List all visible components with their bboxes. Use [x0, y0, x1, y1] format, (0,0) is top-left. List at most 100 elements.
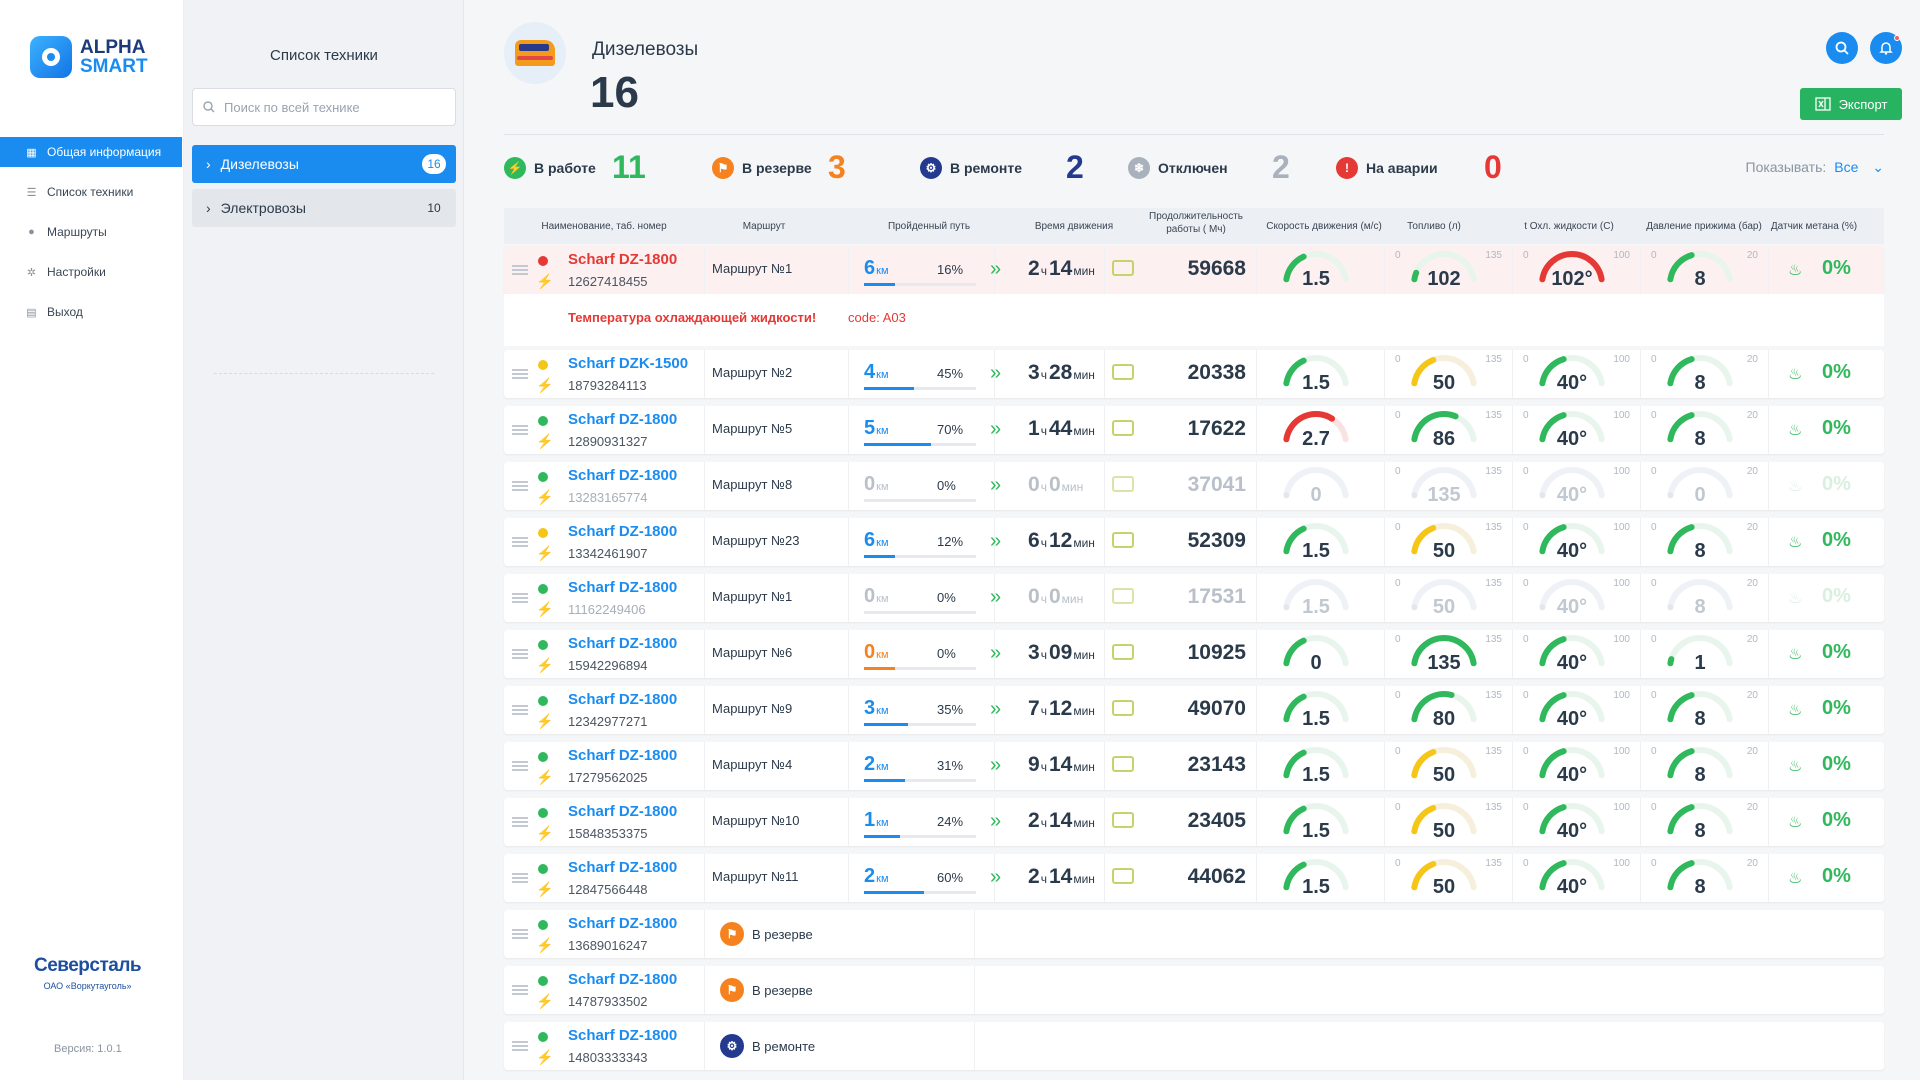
- gauge-max: 135: [1485, 858, 1502, 869]
- locomotive-name[interactable]: Scharf DZ-1800: [568, 803, 677, 820]
- gauge-max: 100: [1613, 522, 1630, 533]
- drive-minutes: 14: [1048, 257, 1073, 280]
- locomotive-name[interactable]: Scharf DZ-1800: [568, 915, 677, 932]
- table-row[interactable]: ⚡ Scharf DZ-1800 14803333343 ⚙ В ремонте: [504, 1022, 1884, 1070]
- engine-icon: [1112, 868, 1134, 884]
- speed-gauge: 1.5: [1276, 688, 1356, 734]
- drag-handle-icon[interactable]: [512, 761, 528, 771]
- cell-divider: [1256, 406, 1257, 454]
- power-icon: ⚡: [536, 993, 554, 1009]
- cell-divider: [1768, 630, 1769, 678]
- methane-icon: ♨: [1788, 758, 1803, 775]
- locomotive-name[interactable]: Scharf DZ-1800: [568, 859, 677, 876]
- tab-number: 18793284113: [568, 378, 647, 393]
- show-filter[interactable]: Показывать: Все ⌄: [1746, 159, 1885, 176]
- distance-value: 5км: [864, 417, 889, 440]
- summary-item-1[interactable]: ⚑ В резерве: [712, 150, 812, 186]
- power-icon: ⚡: [536, 713, 554, 729]
- locomotive-name[interactable]: Scharf DZ-1800: [568, 747, 677, 764]
- drag-handle-icon[interactable]: [512, 265, 528, 275]
- summary-item-2[interactable]: ⚙ В ремонте: [920, 150, 1022, 186]
- engine-icon: [1112, 260, 1134, 276]
- drag-handle-icon[interactable]: [512, 593, 528, 603]
- press-gauge: 0 0 20: [1651, 464, 1758, 510]
- distance-km: 4: [864, 361, 876, 383]
- drag-handle-icon[interactable]: [512, 817, 528, 827]
- cell-divider: [1512, 462, 1513, 510]
- table-row[interactable]: ⚡ Scharf DZ-1800 12847566448 Маршрут №11 2км…: [504, 854, 1884, 902]
- locomotive-name[interactable]: Scharf DZ-1800: [568, 251, 677, 268]
- cell-divider: [1768, 798, 1769, 846]
- notifications-button[interactable]: [1870, 32, 1902, 64]
- drag-handle-icon[interactable]: [512, 369, 528, 379]
- nav-item-2[interactable]: ● Маршруты: [0, 217, 184, 247]
- gauge-min: 0: [1395, 858, 1401, 869]
- locomotive-name[interactable]: Scharf DZ-1800: [568, 1027, 677, 1044]
- dashboard-icon: ▦: [26, 146, 37, 159]
- table-row[interactable]: ⚡ Scharf DZ-1800 14787933502 ⚑ В резерве: [504, 966, 1884, 1014]
- nav-item-4[interactable]: ▤ Выход: [0, 297, 184, 327]
- locomotive-name[interactable]: Scharf DZ-1800: [568, 523, 677, 540]
- nav-item-0[interactable]: ▦ Общая информация: [0, 137, 182, 167]
- drag-handle-icon[interactable]: [512, 985, 528, 995]
- movement-icon: »: [990, 418, 1001, 440]
- locomotive-name[interactable]: Scharf DZ-1800: [568, 691, 677, 708]
- locomotive-name[interactable]: Scharf DZ-1800: [568, 971, 677, 988]
- drag-handle-icon[interactable]: [512, 425, 528, 435]
- nav-item-1[interactable]: ☰ Список техники: [0, 177, 184, 207]
- drag-handle-icon[interactable]: [512, 929, 528, 939]
- table-row[interactable]: ⚡ Scharf DZ-1800 17279562025 Маршрут №4 2км 3…: [504, 742, 1884, 790]
- locomotive-name[interactable]: Scharf DZ-1800: [568, 411, 677, 428]
- table-row[interactable]: ⚡ Scharf DZK-1500 18793284113 Маршрут №2 4км…: [504, 350, 1884, 398]
- panel-item-diesel[interactable]: › Дизелевозы 16: [192, 145, 456, 183]
- table-row[interactable]: ⚡ Scharf DZ-1800 13689016247 ⚑ В резерве: [504, 910, 1884, 958]
- cell-divider: [1104, 742, 1105, 790]
- cell-divider: [1768, 350, 1769, 398]
- table-row[interactable]: ⚡ Scharf DZ-1800 13283165774 Маршрут №8 0км 0…: [504, 462, 1884, 510]
- drag-handle-icon[interactable]: [512, 649, 528, 659]
- progress-fill: [864, 723, 908, 726]
- drag-handle-icon[interactable]: [512, 537, 528, 547]
- progress-fill: [864, 667, 896, 670]
- cell-divider: [704, 574, 705, 622]
- chevron-right-icon: ›: [206, 156, 211, 172]
- hours-unit: ч: [1040, 648, 1047, 662]
- search-input[interactable]: Поиск по всей технике: [192, 88, 456, 126]
- summary-count: 3: [828, 149, 846, 185]
- drag-handle-icon[interactable]: [512, 705, 528, 715]
- app-logo[interactable]: ALPHA SMART: [30, 36, 148, 78]
- table-row[interactable]: ⚡ Scharf DZ-1800 12627418455 Маршрут №1 6км 1…: [504, 246, 1884, 294]
- engine-icon: [1112, 700, 1134, 716]
- table-row[interactable]: ⚡ Scharf DZ-1800 13342461907 Маршрут №23 6км…: [504, 518, 1884, 566]
- table-row[interactable]: ⚡ Scharf DZ-1800 11162249406 Маршрут №1 0км 0…: [504, 574, 1884, 622]
- gauge-min: 0: [1395, 578, 1401, 589]
- table-row[interactable]: ⚡ Scharf DZ-1800 15942296894 Маршрут №6 0км 0…: [504, 630, 1884, 678]
- drag-handle-icon[interactable]: [512, 873, 528, 883]
- summary-item-0[interactable]: ⚡ В работе: [504, 150, 596, 186]
- locomotive-name[interactable]: Scharf DZ-1800: [568, 579, 677, 596]
- gauge-max: 100: [1613, 578, 1630, 589]
- locomotive-name[interactable]: Scharf DZ-1800: [568, 635, 677, 652]
- gauge-max: 100: [1613, 802, 1630, 813]
- table-row[interactable]: ⚡ Scharf DZ-1800 12890931327 Маршрут №5 5км 7…: [504, 406, 1884, 454]
- summary-item-3[interactable]: ❄ Отключен: [1128, 150, 1228, 186]
- cell-divider: [1640, 574, 1641, 622]
- summary-item-4[interactable]: ! На аварии: [1336, 150, 1438, 186]
- export-button[interactable]: Экспорт: [1800, 88, 1902, 120]
- exit-icon: ▤: [26, 306, 37, 319]
- table-row[interactable]: ⚡ Scharf DZ-1800 15848353375 Маршрут №10 1км…: [504, 798, 1884, 846]
- press-value: 8: [1694, 540, 1706, 562]
- gauge-min: 0: [1651, 466, 1657, 477]
- cell-divider: [1640, 630, 1641, 678]
- locomotive-name[interactable]: Scharf DZ-1800: [568, 467, 677, 484]
- search-button[interactable]: [1826, 32, 1858, 64]
- nav-item-3[interactable]: ✲ Настройки: [0, 257, 184, 287]
- drag-handle-icon[interactable]: [512, 481, 528, 491]
- drag-handle-icon[interactable]: [512, 1041, 528, 1051]
- route-name: Маршрут №11: [712, 869, 799, 884]
- locomotive-name[interactable]: Scharf DZK-1500: [568, 355, 688, 372]
- table-row[interactable]: ⚡ Scharf DZ-1800 12342977271 Маршрут №9 3км 3…: [504, 686, 1884, 734]
- engine-icon: [1112, 364, 1134, 380]
- summary-label: В ремонте: [950, 160, 1022, 176]
- panel-item-electric[interactable]: › Электровозы 10: [192, 189, 456, 227]
